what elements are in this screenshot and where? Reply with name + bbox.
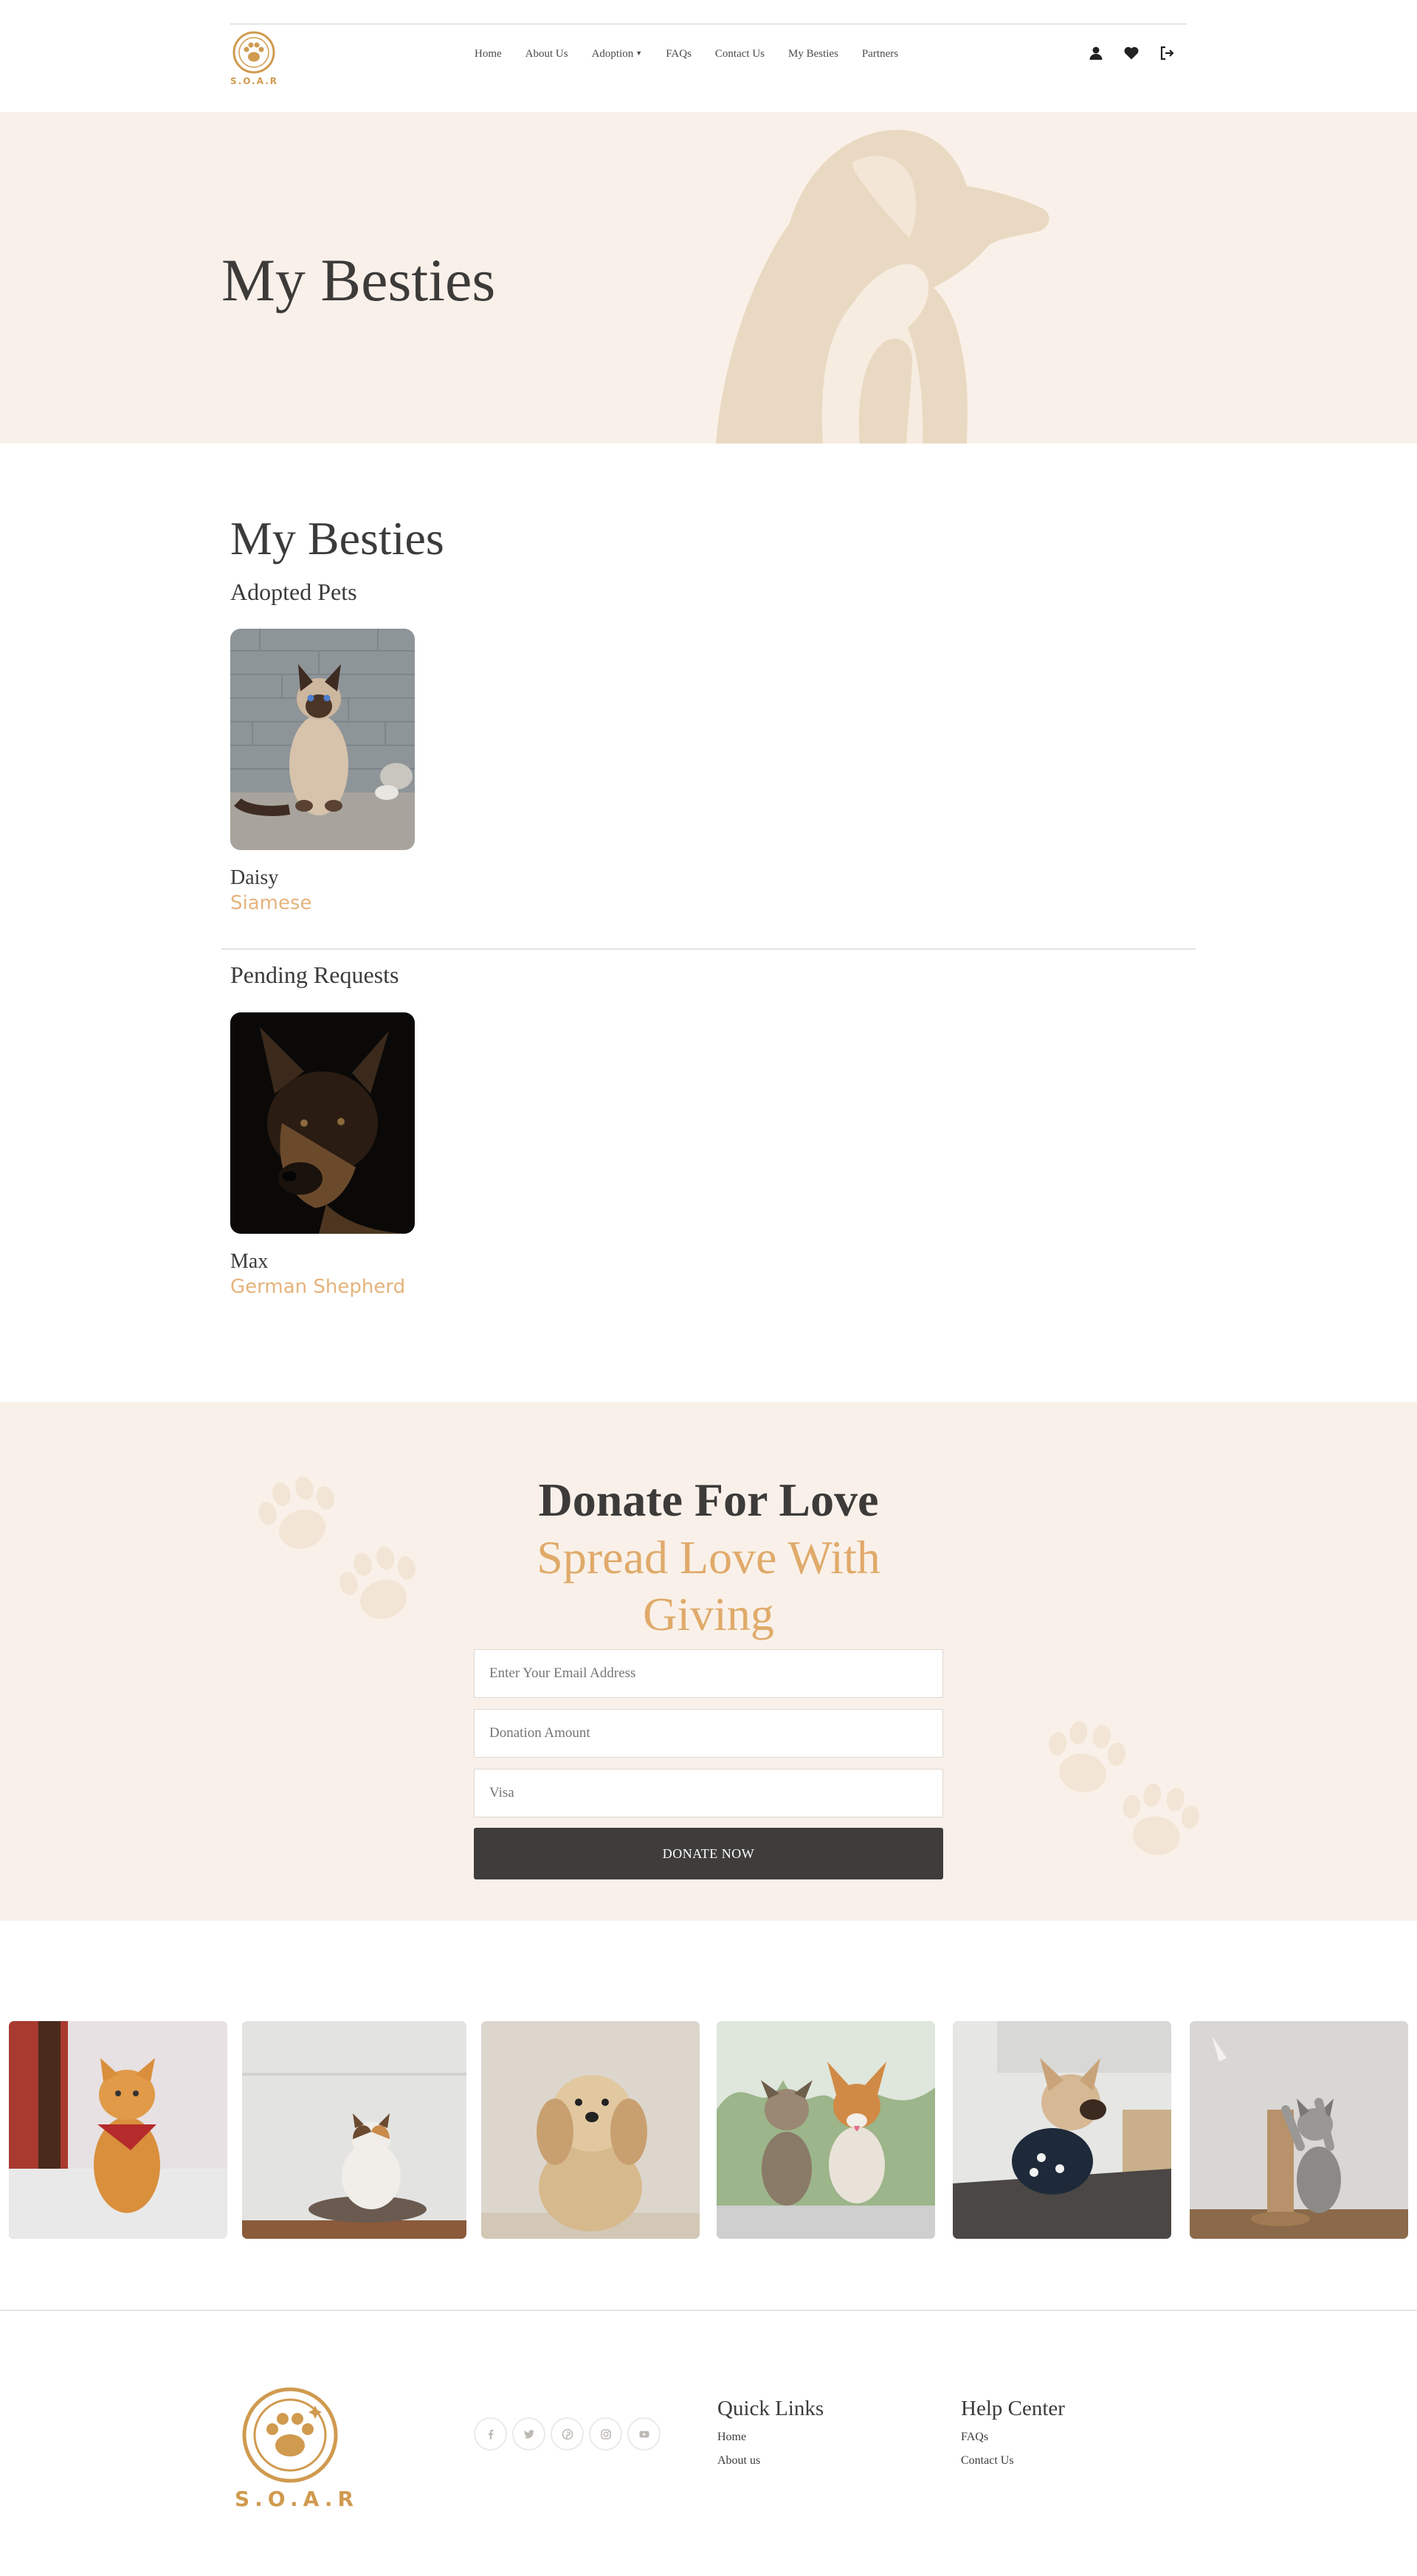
main-nav: Home About Us Adoption ▼ FAQs Contact Us …: [475, 48, 898, 61]
email-field[interactable]: [474, 1649, 943, 1698]
pinterest-icon[interactable]: [551, 2417, 584, 2451]
footer-logo[interactable]: S.O.A.R: [235, 2383, 354, 2511]
paw-print-icon: [339, 1547, 416, 1619]
section-divider: [221, 948, 1196, 950]
pets-silhouette-illustration: [716, 129, 1049, 443]
logo-emblem-icon: [232, 31, 275, 74]
donate-section: Donate For Love Spread Love With Giving …: [0, 1402, 1417, 1921]
gallery-photo-two-dogs[interactable]: [717, 2021, 935, 2239]
instagram-icon[interactable]: [589, 2417, 622, 2451]
nav-contact-us[interactable]: Contact Us: [715, 48, 765, 61]
help-center-title: Help Center: [961, 2397, 1065, 2420]
header-actions: [1088, 45, 1175, 61]
footer-link-faqs[interactable]: FAQs: [961, 2431, 1065, 2443]
youtube-icon[interactable]: [627, 2417, 661, 2451]
footer-quick-links: Quick Links Home About us: [717, 2398, 824, 2479]
donate-now-button[interactable]: DONATE NOW: [474, 1828, 943, 1879]
footer-link-about-us[interactable]: About us: [717, 2455, 824, 2467]
footer-divider: [0, 2310, 1417, 2311]
adopted-pet-card[interactable]: Daisy Siamese: [230, 629, 415, 915]
pet-gallery: [0, 2021, 1417, 2240]
user-icon[interactable]: [1088, 45, 1104, 61]
donation-amount-field[interactable]: [474, 1709, 943, 1758]
footer-link-home[interactable]: Home: [717, 2431, 824, 2443]
payment-method-field[interactable]: [474, 1769, 943, 1817]
footer-logo-text: S.O.A.R: [235, 2487, 359, 2511]
site-header: S.O.A.R Home About Us Adoption ▼ FAQs Con…: [0, 24, 1417, 112]
footer-link-contact-us[interactable]: Contact Us: [961, 2455, 1065, 2467]
logo-text: S.O.A.R: [230, 76, 279, 86]
quick-links-title: Quick Links: [717, 2397, 824, 2420]
paw-print-icon: [1123, 1783, 1200, 1855]
nav-adoption[interactable]: Adoption ▼: [592, 48, 643, 61]
besties-title: My Besties: [230, 512, 444, 564]
pet-name: Daisy: [230, 866, 279, 889]
pending-heading: Pending Requests: [230, 961, 399, 988]
pending-pet-card[interactable]: Max German Shepherd: [230, 1012, 415, 1299]
nav-my-besties[interactable]: My Besties: [788, 48, 838, 61]
site-logo[interactable]: S.O.A.R: [230, 29, 277, 91]
adopted-heading: Adopted Pets: [230, 579, 357, 605]
nav-faqs[interactable]: FAQs: [666, 48, 692, 61]
donate-title: Donate For Love: [538, 1474, 879, 1526]
hero-title: My Besties: [221, 246, 496, 314]
nav-adoption-label: Adoption: [591, 48, 634, 60]
nav-home[interactable]: Home: [475, 48, 502, 61]
gallery-photo-orange-cat[interactable]: [9, 2021, 227, 2239]
pet-breed: German Shepherd: [230, 1276, 406, 1298]
twitter-icon[interactable]: [512, 2417, 545, 2451]
donate-subtitle: Spread Love With Giving: [537, 1531, 880, 1640]
nav-about-us[interactable]: About Us: [525, 48, 568, 61]
social-links: [474, 2417, 661, 2451]
logo-emblem-icon: [242, 2387, 338, 2483]
nav-partners[interactable]: Partners: [862, 48, 898, 61]
hero-banner: My Besties: [0, 112, 1417, 443]
footer-help-center: Help Center FAQs Contact Us: [961, 2398, 1065, 2479]
gallery-photo-shih-tzu[interactable]: [481, 2021, 700, 2239]
caret-down-icon: ▼: [635, 49, 643, 57]
facebook-icon[interactable]: [474, 2417, 507, 2451]
gallery-photo-kitten-scratch-post[interactable]: [1190, 2021, 1408, 2239]
pet-photo-german-shepherd: [230, 1012, 415, 1234]
heart-icon[interactable]: [1123, 45, 1140, 61]
gallery-photo-calico-cat[interactable]: [242, 2021, 466, 2239]
pet-breed: Siamese: [230, 892, 312, 914]
pet-name: Max: [230, 1250, 269, 1273]
pet-photo-siamese-cat: [230, 629, 415, 850]
logout-icon[interactable]: [1159, 45, 1175, 61]
gallery-photo-french-bulldog[interactable]: [953, 2021, 1171, 2239]
